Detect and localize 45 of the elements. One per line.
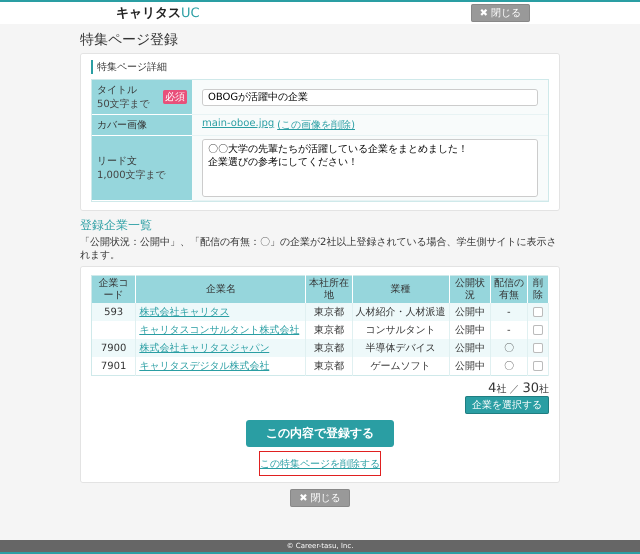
close-button[interactable]: ✖ 閉じる xyxy=(290,489,350,507)
section-title: 登録企業一覧 xyxy=(80,217,153,234)
delete-checkbox[interactable] xyxy=(532,306,543,317)
submit-button[interactable]: この内容で登録する xyxy=(246,420,394,447)
count-unit: 社 xyxy=(539,382,549,396)
delete-checkbox[interactable] xyxy=(532,360,543,371)
column-header: 配信の有無 xyxy=(490,276,528,303)
section-heading: 特集ページ詳細 xyxy=(91,60,549,74)
title-field[interactable]: OBOGが活躍中の企業 xyxy=(202,88,538,106)
delete-page-link[interactable]: この特集ページを削除する xyxy=(260,456,380,470)
table-cell: 7901 xyxy=(92,357,136,376)
delete-image-link[interactable]: (この画像を削除) xyxy=(277,118,355,132)
table-cell: ゲームソフト xyxy=(352,357,450,376)
close-button[interactable]: ✖ 閉じる xyxy=(470,4,530,22)
table-cell: 東京都 xyxy=(306,357,352,376)
field-hint: 50文字まで xyxy=(97,98,150,111)
lead-text-field[interactable]: 〇〇大学の先輩たちが活躍している企業をまとめました！ 企業選びの参考にしてください！ xyxy=(202,139,538,197)
column-header: 業種 xyxy=(352,276,450,303)
field-label: リード文 xyxy=(97,154,138,168)
table-cell: 〇 xyxy=(490,357,528,376)
count-max: 30 xyxy=(522,381,539,396)
column-header: 削除 xyxy=(527,276,548,303)
field-label: タイトル xyxy=(97,84,138,97)
count-current: 4 xyxy=(488,381,496,396)
company-link[interactable]: 株式会社キャリタスジャパン xyxy=(139,343,270,354)
count-separator: ／ xyxy=(509,383,520,396)
select-companies-button[interactable]: 企業を選択する xyxy=(465,396,549,414)
file-link[interactable]: main-oboe.jpg xyxy=(202,118,274,132)
company-link[interactable]: キャリタスコンサルタント株式会社 xyxy=(139,325,300,336)
column-header: 企業名 xyxy=(136,276,306,303)
count-unit: 社 xyxy=(496,382,506,396)
company-link[interactable]: 株式会社キャリタス xyxy=(139,307,230,318)
page-title: 特集ページ登録 xyxy=(80,31,179,49)
column-header: 公開状況 xyxy=(449,276,490,303)
column-header: 本社所在地 xyxy=(306,276,352,303)
field-label: カバー画像 xyxy=(97,119,147,132)
table-cell: 公開中 xyxy=(449,357,490,376)
company-link[interactable]: キャリタスデジタル株式会社 xyxy=(139,361,270,372)
required-badge: 必須 xyxy=(163,90,187,104)
field-hint: 1,000文字まで xyxy=(97,168,166,182)
note-text: 「公開状況：公開中」、「配信の有無：〇」の企業が2社以上登録されている場合、学生側サイトに表示されます。 xyxy=(80,236,558,262)
column-header: 企業コード xyxy=(92,276,136,303)
delete-checkbox[interactable] xyxy=(532,342,543,353)
logo: キャリタスUC xyxy=(116,5,200,22)
delete-checkbox[interactable] xyxy=(532,324,543,335)
